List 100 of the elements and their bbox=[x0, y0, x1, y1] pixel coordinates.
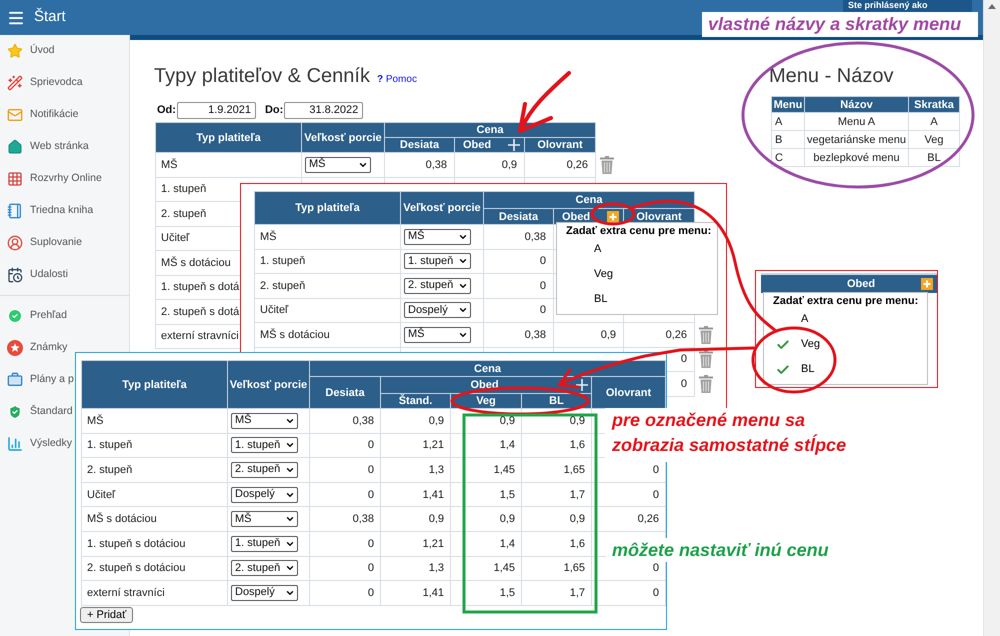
portion-select[interactable]: MŠ bbox=[305, 156, 371, 173]
menu-abbreviation: Veg bbox=[924, 134, 944, 146]
sidebar-item[interactable]: Notifikácie bbox=[0, 99, 78, 131]
portion-select[interactable]: 2. stupeň bbox=[231, 462, 298, 478]
field-label: Od: bbox=[157, 103, 176, 118]
column-header: Desiata bbox=[310, 376, 380, 408]
shield-check-icon bbox=[7, 404, 23, 420]
price-value: 0 bbox=[680, 378, 687, 390]
star-badge-icon bbox=[7, 340, 23, 356]
field-label: Do: bbox=[264, 103, 284, 118]
envelope-icon bbox=[7, 107, 23, 123]
portion-select[interactable]: MŠ bbox=[231, 412, 298, 429]
column-header: Veľkosť porcie bbox=[228, 360, 310, 408]
portion-select[interactable]: Dospelý bbox=[231, 584, 298, 601]
portion-select[interactable]: Dospelý bbox=[231, 486, 298, 503]
column-header: Typ platiteľa bbox=[82, 360, 228, 408]
price-value: 0 bbox=[540, 304, 546, 316]
scrollbar[interactable] bbox=[983, 0, 1000, 636]
menu-name: vegetariánske menu bbox=[806, 134, 906, 146]
portion-select[interactable]: 2. stupeň bbox=[404, 278, 471, 294]
payer-name: Učiteľ bbox=[260, 304, 288, 316]
trash-icon[interactable] bbox=[699, 374, 713, 393]
portion-select[interactable]: 2. stupeň bbox=[231, 560, 298, 576]
payer-name: MŠ bbox=[161, 158, 178, 171]
menu-option[interactable]: A bbox=[557, 237, 717, 262]
menu-abbreviation: A bbox=[930, 116, 938, 128]
trash-icon[interactable] bbox=[699, 326, 713, 344]
column-header: Desiata bbox=[384, 138, 454, 152]
trash-icon[interactable] bbox=[699, 350, 713, 368]
column-header: Veľkosť porcie bbox=[302, 122, 384, 152]
trash-icon[interactable] bbox=[600, 156, 614, 174]
sidebar-item[interactable]: Známky bbox=[0, 332, 68, 364]
star-icon bbox=[7, 43, 23, 59]
sidebar-item[interactable]: Sprievodca bbox=[0, 67, 83, 99]
user-circle-icon bbox=[7, 235, 23, 251]
date-field[interactable]: 31.8.2022 bbox=[284, 102, 364, 119]
portion-select[interactable]: 1. stupeň bbox=[231, 536, 298, 552]
menu-code: B bbox=[775, 134, 782, 146]
check-icon bbox=[776, 362, 790, 376]
payer-name: 2. stupeň s dotáciou bbox=[87, 562, 186, 574]
price-value: 1,21 bbox=[422, 538, 444, 550]
column-header: Obed bbox=[761, 273, 937, 293]
sidebar-item[interactable]: Triedna kniha bbox=[0, 195, 94, 227]
column-header: Cena bbox=[484, 192, 694, 208]
menu-option[interactable]: BL bbox=[764, 357, 927, 382]
price-value: 1,5 bbox=[500, 488, 515, 501]
help-link[interactable]: ? Pomoc bbox=[376, 72, 417, 87]
highlight-ellipse bbox=[590, 202, 636, 226]
check-icon bbox=[776, 338, 790, 352]
price-value: 0,38 bbox=[352, 513, 374, 526]
menu-code: C bbox=[775, 152, 783, 164]
magic-wand-icon bbox=[7, 75, 23, 91]
scroll-up-icon[interactable] bbox=[988, 4, 996, 9]
sidebar-item[interactable]: Štandard bbox=[0, 396, 73, 428]
sidebar-item[interactable]: Web stránka bbox=[0, 131, 89, 163]
payer-name: 1. stupeň bbox=[260, 255, 306, 268]
payer-name: 1. stupeň bbox=[161, 183, 206, 196]
price-value: 0 bbox=[652, 464, 659, 476]
price-value: 0,9 bbox=[502, 158, 517, 171]
add-button[interactable]: + Pridať bbox=[80, 606, 134, 623]
portion-select[interactable]: MŠ bbox=[231, 511, 298, 528]
menu-option[interactable]: BL bbox=[557, 287, 717, 312]
payer-name: externí stravníci bbox=[87, 586, 165, 599]
column-header: Typ platiteľa bbox=[254, 192, 400, 224]
payer-name: externí stravníci bbox=[161, 330, 239, 342]
portion-select[interactable]: MŠ bbox=[404, 326, 471, 343]
sidebar-item[interactable]: Plány a p bbox=[0, 364, 74, 396]
portion-select[interactable]: 1. stupeň bbox=[231, 437, 298, 454]
payer-name: Učiteľ bbox=[87, 488, 116, 501]
payer-name: MŠ bbox=[87, 414, 104, 427]
sidebar-item[interactable]: Rozvrhy Online bbox=[0, 163, 102, 195]
price-value: 1,5 bbox=[500, 586, 515, 599]
sidebar-item[interactable]: Prehľad bbox=[0, 300, 67, 332]
column-header: Cena bbox=[384, 122, 596, 138]
plus-icon[interactable] bbox=[508, 139, 520, 151]
price-value: 0 bbox=[540, 255, 546, 268]
portion-select[interactable]: MŠ bbox=[404, 228, 471, 245]
column-header: Názov bbox=[804, 96, 908, 112]
calendar-grid-icon bbox=[7, 171, 23, 187]
price-value: 1,3 bbox=[428, 464, 444, 476]
menu-option[interactable]: Veg bbox=[764, 332, 927, 357]
annotation-text: vlastné názvy a skratky menu bbox=[702, 12, 978, 37]
sidebar-item[interactable]: Udalosti bbox=[0, 259, 68, 291]
date-field[interactable]: 1.9.2021 bbox=[176, 102, 256, 119]
sidebar-item[interactable]: Výsledky bbox=[0, 428, 72, 460]
sidebar-item[interactable]: Suplovanie bbox=[0, 227, 82, 259]
panel-title: Menu - Názov bbox=[769, 64, 894, 88]
sidebar-item[interactable]: Úvod bbox=[0, 35, 55, 67]
plus-icon[interactable] bbox=[576, 379, 588, 391]
price-value: 1,45 bbox=[494, 562, 515, 574]
payer-name: 2. stupeň s dotá bbox=[161, 306, 240, 318]
menu-option[interactable]: Veg bbox=[557, 262, 717, 287]
price-value: 1,65 bbox=[564, 464, 585, 476]
price-value: 0 bbox=[652, 562, 659, 574]
start-menu-button[interactable]: Štart bbox=[0, 0, 66, 35]
portion-select[interactable]: 1. stupeň bbox=[404, 253, 471, 270]
column-header: Obed bbox=[454, 138, 524, 152]
menu-abbreviation: BL bbox=[927, 152, 941, 164]
portion-select[interactable]: Dospelý bbox=[404, 302, 471, 318]
menu-option[interactable]: A bbox=[764, 307, 927, 332]
